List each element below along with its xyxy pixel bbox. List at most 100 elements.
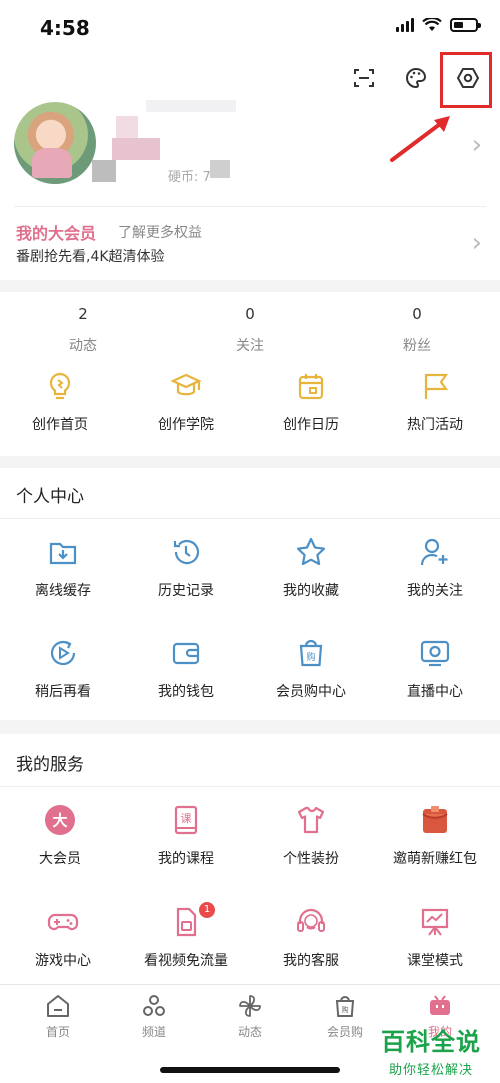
favorites-label: 我的收藏: [283, 583, 339, 599]
service-support-label: 我的客服: [283, 953, 339, 969]
my-following-label: 我的关注: [407, 583, 463, 599]
palette-icon[interactable]: [404, 66, 428, 90]
settings-highlight-box: [440, 52, 492, 108]
download-folder-icon: [49, 542, 77, 565]
shopping-bag-icon: 购: [299, 639, 323, 667]
tv-mascot-icon: [430, 995, 450, 1015]
home-indicator: [160, 1067, 340, 1073]
service-free-data[interactable]: 看视频免流量: [126, 906, 246, 970]
creator-home[interactable]: 创作首页: [0, 370, 120, 434]
service-vip-label: 大会员: [39, 851, 81, 867]
history-clock-icon: [173, 539, 200, 565]
gamepad-icon: [47, 913, 79, 931]
my-following[interactable]: 我的关注: [375, 536, 495, 600]
play-later-icon: [50, 640, 76, 666]
headset-icon: [297, 908, 325, 932]
status-time: 4:58: [40, 16, 90, 40]
info-blurred-block: [116, 116, 138, 138]
service-free-data-label: 看视频免流量: [144, 953, 228, 969]
stat-fans[interactable]: 0 粉丝: [357, 305, 477, 355]
service-classroom[interactable]: 课堂模式: [375, 906, 495, 970]
stat-following[interactable]: 0 关注: [190, 305, 310, 355]
wallet-icon: [172, 642, 200, 665]
live-tv-icon: [420, 640, 450, 667]
profile-divider: [14, 206, 486, 207]
wallet-label: 我的钱包: [158, 684, 214, 700]
scan-icon[interactable]: [352, 66, 376, 90]
service-invite-label: 邀萌新赚红包: [393, 851, 477, 867]
service-courses[interactable]: 课 我的课程: [126, 804, 246, 868]
stat-fans-value: 0: [412, 305, 422, 323]
coin-count: 硬币: 7: [168, 170, 211, 185]
profile-chevron-icon[interactable]: ›: [472, 130, 482, 160]
graduation-cap-icon: [170, 373, 202, 396]
avatar[interactable]: [14, 102, 96, 184]
live-center[interactable]: 直播中心: [375, 637, 495, 701]
tshirt-icon: [297, 806, 325, 834]
stat-posts-label: 动态: [69, 338, 97, 354]
lightbulb-icon: [49, 372, 71, 400]
flag-icon: [424, 373, 449, 399]
creator-calendar[interactable]: 创作日历: [251, 370, 371, 434]
vip-icon: 大: [45, 805, 75, 835]
tab-member-shop[interactable]: 购 会员购: [315, 993, 375, 1040]
free-data-badge: 1: [199, 902, 215, 918]
stat-following-value: 0: [245, 305, 255, 323]
star-icon: [296, 537, 326, 566]
watch-later-label: 稍后再看: [35, 684, 91, 700]
wifi-icon: [422, 18, 442, 31]
service-support[interactable]: 我的客服: [251, 906, 371, 970]
cellular-signal-icon: [396, 18, 414, 32]
username-blurred-block: [112, 138, 160, 160]
service-vip[interactable]: 大 大会员: [0, 804, 120, 868]
favorites[interactable]: 我的收藏: [251, 536, 371, 600]
offline-cache[interactable]: 离线缓存: [3, 536, 123, 600]
my-services-divider: [0, 786, 500, 787]
vip-chevron-icon[interactable]: ›: [472, 228, 482, 258]
hot-events-label: 热门活动: [407, 417, 463, 433]
username-blurred: [146, 100, 236, 112]
service-classroom-label: 课堂模式: [407, 953, 463, 969]
member-shop[interactable]: 购 会员购中心: [251, 637, 371, 701]
offline-cache-label: 离线缓存: [35, 583, 91, 599]
tab-home[interactable]: 首页: [28, 993, 88, 1040]
personal-center-divider: [0, 518, 500, 519]
vip-more-link[interactable]: 了解更多权益: [118, 222, 202, 242]
stat-blurred-block: [210, 160, 230, 178]
creator-academy[interactable]: 创作学院: [126, 370, 246, 434]
shop-bag-icon: 购: [335, 996, 355, 1017]
creator-home-label: 创作首页: [32, 417, 88, 433]
tab-dynamics[interactable]: 动态: [220, 993, 280, 1040]
vip-title[interactable]: 我的大会员: [16, 220, 96, 244]
service-games-label: 游戏中心: [35, 953, 91, 969]
history[interactable]: 历史记录: [126, 536, 246, 600]
wallet[interactable]: 我的钱包: [126, 637, 246, 701]
svg-text:购: 购: [342, 1005, 349, 1014]
history-label: 历史记录: [158, 583, 214, 599]
service-dressup[interactable]: 个性装扮: [251, 804, 371, 868]
stat-following-label: 关注: [236, 338, 264, 354]
classroom-board-icon: [421, 908, 449, 936]
calendar-icon: [298, 374, 324, 400]
service-games[interactable]: 游戏中心: [3, 906, 123, 970]
tab-channels[interactable]: 频道: [124, 993, 184, 1040]
vip-icon-text: 大: [52, 812, 67, 830]
red-arrow-icon: [390, 116, 450, 162]
service-dressup-label: 个性装扮: [283, 851, 339, 867]
home-icon: [47, 995, 69, 1017]
tab-dynamics-label: 动态: [237, 1025, 262, 1039]
course-icon-text: 课: [181, 812, 192, 825]
sim-card-icon: [176, 907, 197, 937]
service-courses-label: 我的课程: [158, 851, 214, 867]
stat-posts[interactable]: 2 动态: [23, 305, 143, 355]
hot-events[interactable]: 热门活动: [375, 370, 495, 434]
personal-center-title: 个人中心: [16, 487, 84, 507]
watermark: 百科全说 助你轻松解决: [372, 1022, 490, 1078]
watch-later[interactable]: 稍后再看: [3, 637, 123, 701]
course-book-icon: 课: [174, 805, 198, 835]
service-invite[interactable]: 邀萌新赚红包: [375, 804, 495, 868]
my-services-title: 我的服务: [16, 755, 84, 775]
stat-posts-value: 2: [78, 305, 88, 323]
status-icons: [396, 18, 481, 32]
live-center-label: 直播中心: [407, 684, 463, 700]
